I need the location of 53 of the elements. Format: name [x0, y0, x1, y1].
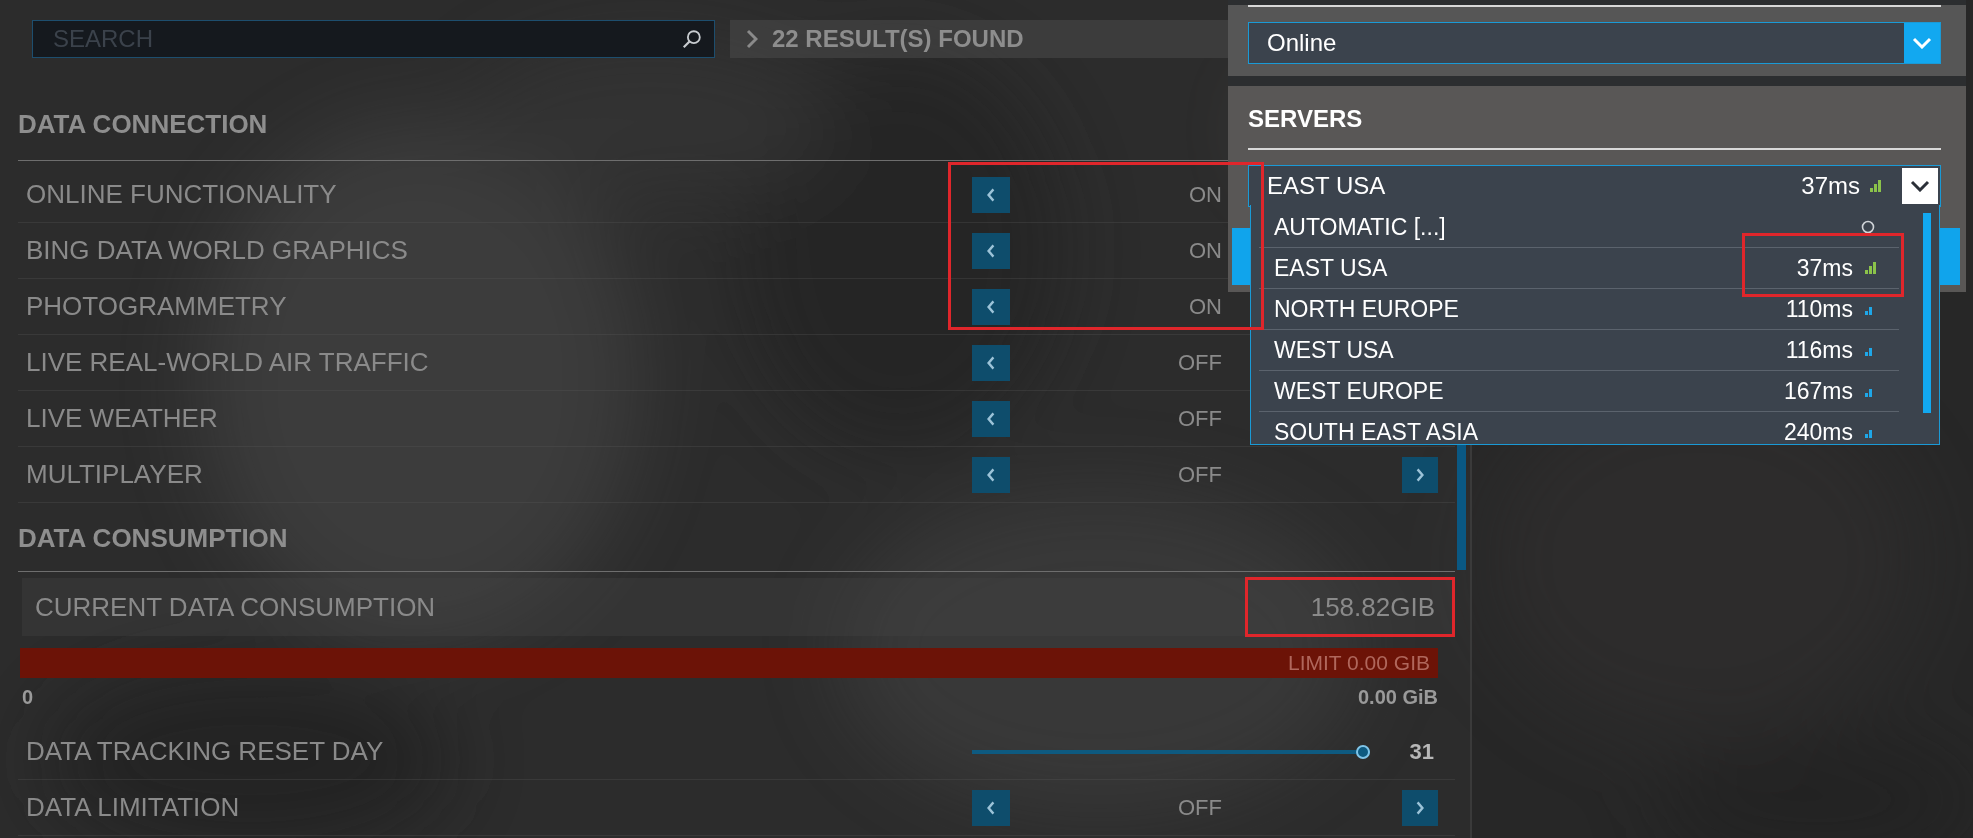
- chevron-left-icon: [986, 799, 996, 816]
- previous-button[interactable]: [972, 456, 1010, 493]
- chevron-icon: [746, 29, 758, 49]
- list-scrollbar[interactable]: [1923, 213, 1931, 413]
- chevron-down-icon: [1910, 180, 1930, 192]
- server-option[interactable]: WEST USA 116ms: [1259, 330, 1899, 371]
- chevron-left-icon: [986, 466, 996, 483]
- previous-button[interactable]: [972, 232, 1010, 269]
- setting-label: MULTIPLAYER: [26, 459, 203, 490]
- chevron-left-icon: [986, 186, 996, 203]
- setting-value: ON: [1189, 293, 1222, 320]
- server-dropdown[interactable]: EAST USA 37ms: [1248, 165, 1941, 207]
- scale-max-label: 0.00 GiB: [1357, 685, 1438, 709]
- limit-label: LIMIT 0.00 GIB: [1288, 651, 1431, 675]
- results-count: 22 RESULT(S) FOUND: [772, 25, 1024, 53]
- setting-label: DATA LIMITATION: [26, 792, 240, 823]
- server-option[interactable]: WEST EUROPE 167ms: [1259, 371, 1899, 412]
- scale-min-label: 0: [22, 685, 34, 709]
- next-button[interactable]: [1402, 789, 1438, 826]
- ring-icon: [1861, 220, 1875, 234]
- servers-heading: SERVERS: [1248, 104, 1941, 150]
- setting-value: ON: [1189, 181, 1222, 208]
- setting-value: ON: [1189, 237, 1222, 264]
- setting-value: OFF: [1178, 794, 1222, 821]
- search-icon[interactable]: [681, 28, 703, 50]
- previous-button[interactable]: [972, 176, 1010, 213]
- previous-button[interactable]: [972, 344, 1010, 381]
- previous-button[interactable]: [972, 288, 1010, 325]
- chevron-right-icon: [1415, 799, 1425, 816]
- previous-button[interactable]: [972, 400, 1010, 437]
- setting-value: OFF: [1178, 461, 1222, 488]
- mode-dropdown[interactable]: Online: [1248, 22, 1941, 64]
- next-button[interactable]: [1402, 456, 1438, 493]
- setting-value: OFF: [1178, 349, 1222, 376]
- setting-label: LIVE REAL-WORLD AIR TRAFFIC: [26, 347, 429, 378]
- setting-label: BING DATA WORLD GRAPHICS: [26, 235, 408, 266]
- chevron-left-icon: [986, 410, 996, 427]
- slider-value: 31: [1408, 738, 1435, 765]
- server-option[interactable]: SOUTH EAST ASIA 240ms: [1259, 412, 1899, 444]
- chevron-left-icon: [986, 354, 996, 371]
- chevron-left-icon: [986, 298, 996, 315]
- chevron-down-icon: [1912, 37, 1932, 49]
- setting-value: OFF: [1178, 405, 1222, 432]
- chevron-right-icon: [1415, 466, 1425, 483]
- previous-button[interactable]: [972, 789, 1010, 826]
- setting-label: DATA TRACKING RESET DAY: [26, 736, 384, 767]
- setting-label: CURRENT DATA CONSUMPTION: [35, 591, 436, 623]
- setting-label: LIVE WEATHER: [26, 403, 218, 434]
- chevron-left-icon: [986, 242, 996, 259]
- setting-label: ONLINE FUNCTIONALITY: [26, 179, 337, 210]
- section-heading: DATA CONSUMPTION: [18, 509, 1455, 572]
- consumption-value: 158.82GIB: [1310, 591, 1435, 623]
- setting-label: PHOTOGRAMMETRY: [26, 291, 287, 322]
